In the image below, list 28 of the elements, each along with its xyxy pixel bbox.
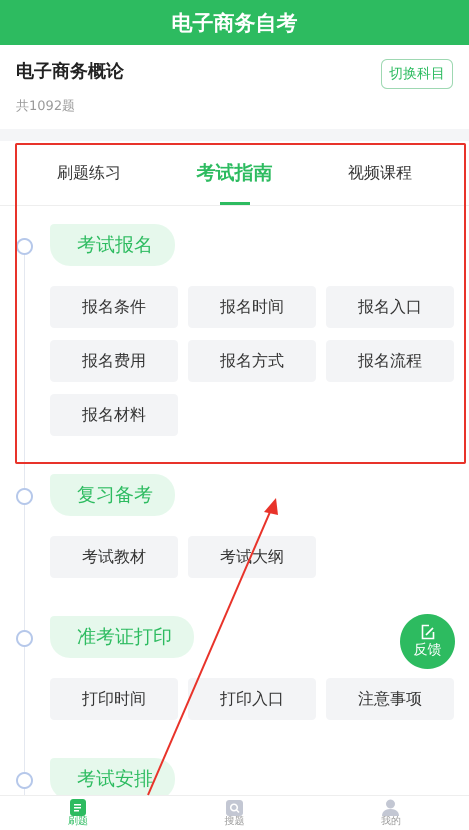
section-title: 准考证打印 [50, 616, 194, 658]
section-title: 复习备考 [50, 474, 175, 516]
guide-item-button[interactable]: 打印时间 [50, 678, 178, 720]
tab[interactable]: 视频课程 [307, 141, 454, 205]
guide-item-button[interactable]: 报名流程 [326, 340, 454, 382]
guide-item-button[interactable]: 报名材料 [50, 394, 178, 436]
guide-item-button[interactable]: 考试教材 [50, 536, 178, 578]
person-icon [382, 799, 400, 816]
document-icon [70, 799, 86, 816]
app-title: 电子商务自考 [172, 10, 298, 36]
search-icon [226, 799, 243, 816]
guide-item-button[interactable]: 报名时间 [188, 286, 316, 328]
guide-item-button[interactable]: 打印入口 [188, 678, 316, 720]
subject-name: 电子商务概论 [16, 60, 124, 83]
guide-item-button[interactable]: 报名方式 [188, 340, 316, 382]
timeline-dot [16, 630, 33, 647]
timeline-dot [16, 772, 33, 789]
guide-item-button[interactable]: 注意事项 [326, 678, 454, 720]
timeline-dot [16, 488, 33, 505]
tab[interactable]: 刷题练习 [16, 141, 162, 205]
guide-item-button[interactable]: 报名入口 [326, 286, 454, 328]
guide-item-button[interactable]: 报名条件 [50, 286, 178, 328]
question-count: 共1092题 [16, 98, 76, 115]
timeline-dot [16, 238, 33, 255]
guide-item-button[interactable]: 报名费用 [50, 340, 178, 382]
section-title: 考试报名 [50, 224, 175, 266]
edit-icon [420, 624, 436, 640]
section-title: 考试安排 [50, 758, 175, 795]
